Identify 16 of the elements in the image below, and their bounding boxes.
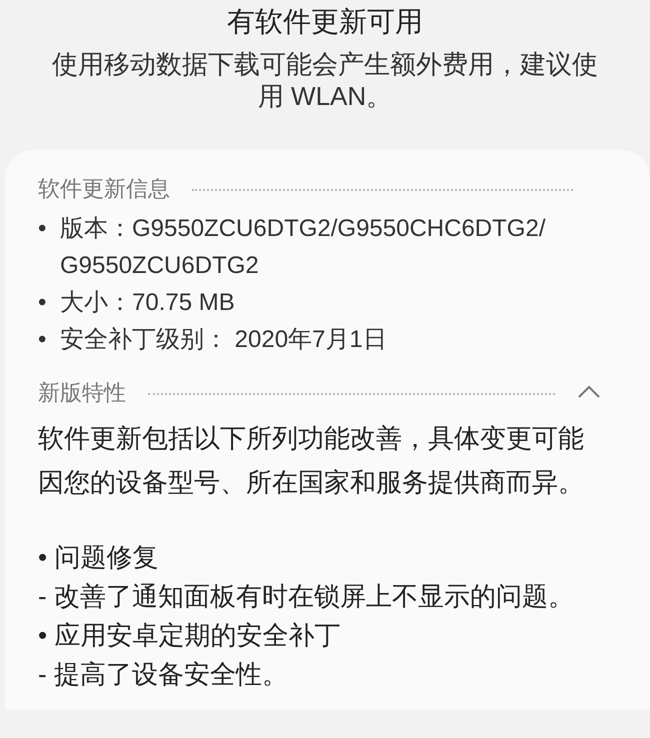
info-text: 版本：G9550ZCU6DTG2/G9550CHC6DTG2/G9550ZCU6DTG2 bbox=[60, 214, 546, 281]
bullet: • bbox=[38, 325, 48, 355]
chevron-up-icon[interactable] bbox=[577, 385, 601, 399]
release-note-text: - 改善了通知面板有时在锁屏上不显示的问题。 bbox=[38, 580, 575, 613]
bullet: • bbox=[38, 214, 48, 244]
section-heading: 软件更新信息 bbox=[38, 174, 170, 202]
release-note-text: • 问题修复 bbox=[38, 541, 160, 574]
dialog-title: 有软件更新可用 bbox=[227, 5, 423, 39]
release-note-text: • 应用安卓定期的安全补丁 bbox=[38, 619, 342, 652]
bullet: • bbox=[38, 288, 48, 318]
data-charge-warning: 使用移动数据下载可能会产生额外费用，建议使用 WLAN。 bbox=[51, 48, 599, 112]
section-heading: 新版特性 bbox=[38, 378, 126, 406]
release-note-text: - 提高了设备安全性。 bbox=[38, 658, 289, 691]
info-text: 大小：70.75 MB bbox=[60, 288, 236, 318]
info-text: 安全补丁级别： 2020年7月1日 bbox=[60, 325, 388, 355]
release-note-text: 软件更新包括以下所列功能改善，具体变更可能因您的设备型号、所在国家和服务提供商而异。 bbox=[38, 422, 585, 499]
